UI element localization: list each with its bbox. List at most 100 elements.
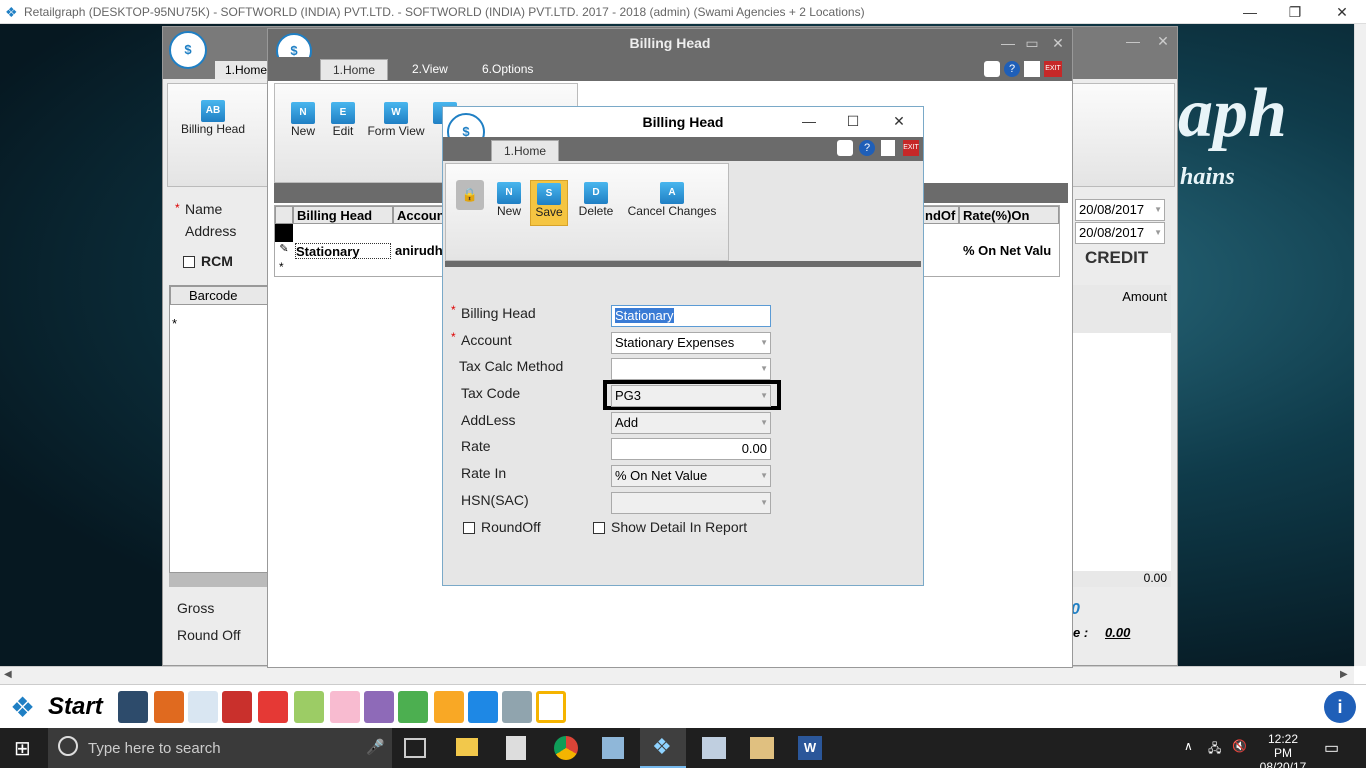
calculator-app-icon[interactable] [118, 691, 148, 723]
clock[interactable]: 12:22 PM 08/20/17 [1258, 732, 1308, 768]
user-app-icon[interactable] [364, 691, 394, 723]
roundoff-checkbox[interactable]: RoundOff [463, 519, 541, 535]
show-detail-checkbox[interactable]: Show Detail In Report [593, 519, 747, 535]
horizontal-scrollbar[interactable]: ◀ ▶ [0, 666, 1354, 684]
print-icon[interactable] [984, 61, 1000, 77]
dialog-print-icon[interactable] [837, 140, 853, 156]
tax-code-select[interactable]: PG3 ▼ [611, 385, 771, 407]
account-select[interactable]: Stationary Expenses ▼ [611, 332, 771, 354]
col-billing-head[interactable]: Billing Head [293, 206, 393, 224]
documents-app-icon[interactable] [536, 691, 566, 723]
billing-head-input[interactable]: Stationary [611, 305, 771, 327]
addless-select[interactable]: Add ▼ [611, 412, 771, 434]
save-button[interactable]: S Save [530, 180, 568, 226]
document-icon[interactable] [1024, 61, 1040, 77]
purchase-app-icon[interactable] [188, 691, 218, 723]
new-button[interactable]: N New [492, 182, 526, 218]
bg-minimize-button[interactable]: — [1123, 31, 1143, 51]
retailgraph-taskbar-button[interactable]: ❖ [640, 728, 686, 768]
dialog-tab-home[interactable]: 1.Home [491, 140, 560, 161]
billing-app-icon[interactable] [154, 691, 184, 723]
lock-icon[interactable]: 🔒 [456, 180, 484, 210]
rcm-checkbox[interactable]: RCM [183, 253, 233, 269]
date-field-2[interactable]: 20/08/2017 ▼ [1075, 222, 1165, 244]
grid-cell-rate-on[interactable]: % On Net Valu [963, 243, 1059, 258]
pdf-app-icon[interactable] [258, 691, 288, 723]
save-icon: S [537, 183, 561, 205]
new-row-marker-list: * [279, 260, 284, 274]
close-button[interactable]: ✕ [1332, 2, 1352, 22]
help-icon[interactable]: ? [1004, 61, 1020, 77]
payment-mode[interactable]: CREDIT [1085, 248, 1148, 268]
col-rate-on[interactable]: Rate(%)On [959, 206, 1059, 224]
minimize-button[interactable]: — [1240, 2, 1260, 22]
grid-cell-billing-head[interactable]: Stationary [295, 243, 391, 259]
dialog-titlebar: Billing Head — ☐ ✕ [443, 107, 923, 137]
paint-3d-icon[interactable] [750, 737, 774, 759]
col-roundoff[interactable]: ndOf [921, 206, 959, 224]
task-view-icon[interactable] [404, 738, 426, 758]
start-logo-icon[interactable]: ❖ [10, 691, 35, 724]
form-view-button[interactable]: W Form View [363, 102, 429, 138]
name-label: Name [185, 201, 223, 217]
list-minimize-button[interactable]: — [998, 33, 1018, 53]
paint-icon[interactable] [702, 737, 726, 759]
vertical-scrollbar[interactable] [1354, 24, 1366, 666]
tab-options[interactable]: 6.Options [470, 59, 545, 79]
clock-time: 12:22 PM [1267, 732, 1299, 760]
calculator-icon[interactable] [506, 736, 526, 760]
chrome-icon[interactable] [554, 736, 578, 760]
microphone-icon[interactable]: 🎤 [366, 738, 385, 756]
edit-button-list[interactable]: E Edit [325, 102, 361, 138]
delete-button[interactable]: D Delete [574, 182, 618, 218]
report-app-icon[interactable] [222, 691, 252, 723]
info-icon[interactable]: i [1324, 691, 1356, 723]
clock-date: 08/20/17 [1259, 760, 1307, 768]
tab-view[interactable]: 2.View [400, 59, 460, 79]
cash-app-icon[interactable] [434, 691, 464, 723]
stock-app-icon[interactable] [398, 691, 428, 723]
app-title-bar: ❖ Retailgraph (DESKTOP-95NU75K) - SOFTWO… [0, 0, 1366, 24]
date-field-1[interactable]: 20/08/2017 ▼ [1075, 199, 1165, 221]
transfer-app-icon[interactable] [468, 691, 498, 723]
new-button-list[interactable]: N New [283, 102, 323, 138]
start-button[interactable]: Start [48, 693, 103, 721]
dialog-close-button[interactable]: ✕ [889, 111, 909, 131]
dialog-help-icon[interactable]: ? [859, 140, 875, 156]
dialog-exit-icon[interactable]: EXIT [903, 140, 919, 156]
items-grid: Barcode * [169, 285, 269, 573]
dialog-maximize-button[interactable]: ☐ [843, 111, 863, 131]
cancel-changes-button[interactable]: A Cancel Changes [624, 182, 720, 218]
show-detail-check-icon[interactable] [593, 522, 605, 535]
network-icon[interactable]: 🖧 [1208, 739, 1221, 760]
word-icon[interactable]: W [798, 736, 822, 760]
rate-in-select[interactable]: % On Net Value ▼ [611, 465, 771, 487]
notes-icon[interactable] [602, 737, 624, 759]
roundoff-check-icon[interactable] [463, 522, 475, 535]
rate-input[interactable]: 0.00 [611, 438, 771, 460]
billing-head-button[interactable]: AB Billing Head [178, 100, 248, 136]
windows-start-icon[interactable]: ⊞ [14, 736, 31, 761]
exit-icon[interactable]: EXIT [1044, 61, 1062, 77]
tray-chevron-icon[interactable]: ∧ [1184, 739, 1193, 753]
app-orb-icon[interactable]: $ [169, 31, 207, 69]
dialog-tabbar: 1.Home ? EXIT [443, 137, 923, 161]
payment-entry-app-icon[interactable] [330, 691, 360, 723]
hsn-sac-select[interactable]: ▼ [611, 492, 771, 514]
receipt-app-icon[interactable] [294, 691, 324, 723]
taskbar-search[interactable]: Type here to search 🎤 [48, 728, 392, 768]
restore-button[interactable]: ❐ [1285, 2, 1305, 22]
list-maximize-button[interactable]: ▭ [1022, 33, 1042, 53]
dialog-minimize-button[interactable]: — [799, 111, 819, 131]
new-row-marker: * [172, 316, 178, 331]
bg-close-button[interactable]: ✕ [1153, 31, 1173, 51]
tab-home[interactable]: 1.Home [320, 59, 389, 80]
settings-app-icon[interactable] [502, 691, 532, 723]
notification-icon[interactable]: ▭ [1324, 738, 1339, 758]
dialog-doc-icon[interactable] [881, 140, 895, 156]
file-explorer-icon[interactable] [456, 738, 478, 756]
volume-icon[interactable]: 🔇 [1232, 739, 1247, 753]
list-close-button[interactable]: ✕ [1048, 33, 1068, 53]
edit-row-marker: ✎ [279, 243, 289, 255]
tax-calc-method-select[interactable]: ▼ [611, 358, 771, 380]
